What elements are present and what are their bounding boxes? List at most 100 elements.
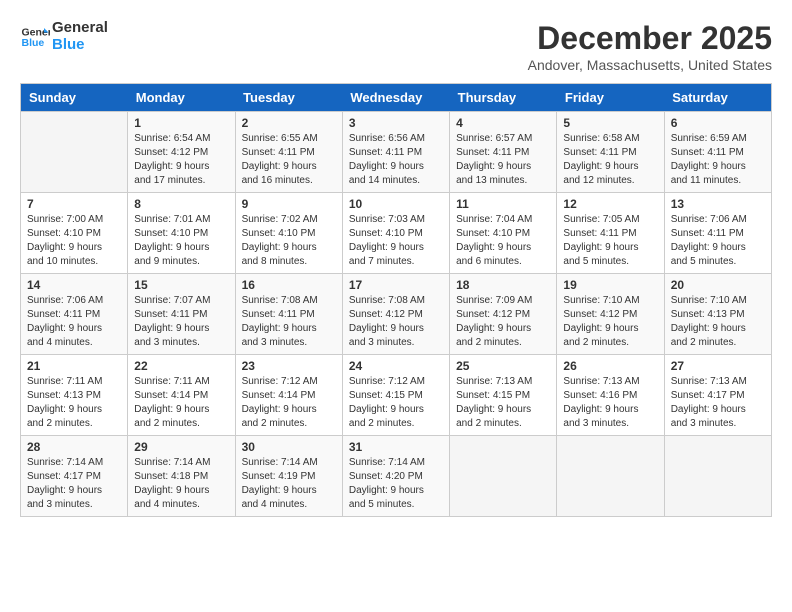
calendar-cell: 1 Sunrise: 6:54 AMSunset: 4:12 PMDaylight…: [128, 112, 235, 193]
calendar-cell: 23Sunrise: 7:12 AMSunset: 4:14 PMDayligh…: [235, 355, 342, 436]
weekday-header-thursday: Thursday: [450, 84, 557, 112]
month-title: December 2025: [528, 20, 772, 57]
day-number: 18: [456, 278, 550, 292]
day-number: 12: [563, 197, 657, 211]
calendar-cell: 30Sunrise: 7:14 AMSunset: 4:19 PMDayligh…: [235, 436, 342, 517]
day-number: 25: [456, 359, 550, 373]
calendar-cell: 5 Sunrise: 6:58 AMSunset: 4:11 PMDaylight…: [557, 112, 664, 193]
calendar-cell: [21, 112, 128, 193]
day-number: 19: [563, 278, 657, 292]
day-number: 17: [349, 278, 443, 292]
calendar-week-row: 21 Sunrise: 7:11 AMSunset: 4:13 PMDayligh…: [21, 355, 772, 436]
day-number: 9: [242, 197, 336, 211]
day-info: Sunrise: 6:59 AMSunset: 4:11 PMDaylight:…: [671, 132, 765, 188]
day-number: 28: [27, 440, 121, 454]
calendar-cell: 10 Sunrise: 7:03 AMSunset: 4:10 PMDayligh…: [342, 193, 449, 274]
day-number: 10: [349, 197, 443, 211]
calendar-cell: 18 Sunrise: 7:09 AMSunset: 4:12 PMDayligh…: [450, 274, 557, 355]
calendar-cell: 2 Sunrise: 6:55 AMSunset: 4:11 PMDaylight…: [235, 112, 342, 193]
calendar-cell: 22Sunrise: 7:11 AMSunset: 4:14 PMDayligh…: [128, 355, 235, 436]
day-info: Sunrise: 6:58 AMSunset: 4:11 PMDaylight:…: [563, 132, 657, 188]
day-info: Sunrise: 7:02 AMSunset: 4:10 PMDaylight:…: [242, 213, 336, 269]
calendar-cell: 25 Sunrise: 7:13 AMSunset: 4:15 PMDayligh…: [450, 355, 557, 436]
calendar-cell: 26 Sunrise: 7:13 AMSunset: 4:16 PMDayligh…: [557, 355, 664, 436]
day-number: 11: [456, 197, 550, 211]
calendar-cell: 14 Sunrise: 7:06 AMSunset: 4:11 PMDayligh…: [21, 274, 128, 355]
calendar-cell: 15Sunrise: 7:07 AMSunset: 4:11 PMDayligh…: [128, 274, 235, 355]
calendar-cell: 13 Sunrise: 7:06 AMSunset: 4:11 PMDayligh…: [664, 193, 771, 274]
day-info: Sunrise: 7:09 AMSunset: 4:12 PMDaylight:…: [456, 294, 550, 350]
calendar-week-row: 7Sunrise: 7:00 AMSunset: 4:10 PMDaylight…: [21, 193, 772, 274]
calendar-cell: 19 Sunrise: 7:10 AMSunset: 4:12 PMDayligh…: [557, 274, 664, 355]
weekday-header-friday: Friday: [557, 84, 664, 112]
day-number: 15: [134, 278, 228, 292]
day-info: Sunrise: 7:10 AMSunset: 4:12 PMDaylight:…: [563, 294, 657, 350]
day-info: Sunrise: 7:13 AMSunset: 4:16 PMDaylight:…: [563, 375, 657, 431]
day-number: 21: [27, 359, 121, 373]
day-info: Sunrise: 7:14 AMSunset: 4:17 PMDaylight:…: [27, 456, 121, 512]
weekday-header-sunday: Sunday: [21, 84, 128, 112]
day-number: 16: [242, 278, 336, 292]
calendar-cell: 11 Sunrise: 7:04 AMSunset: 4:10 PMDayligh…: [450, 193, 557, 274]
day-info: Sunrise: 7:12 AMSunset: 4:15 PMDaylight:…: [349, 375, 443, 431]
day-number: 8: [134, 197, 228, 211]
day-info: Sunrise: 7:14 AMSunset: 4:20 PMDaylight:…: [349, 456, 443, 512]
day-info: Sunrise: 7:13 AMSunset: 4:15 PMDaylight:…: [456, 375, 550, 431]
day-info: Sunrise: 7:06 AMSunset: 4:11 PMDaylight:…: [27, 294, 121, 350]
calendar-body: 1 Sunrise: 6:54 AMSunset: 4:12 PMDaylight…: [21, 112, 772, 517]
calendar-cell: 21 Sunrise: 7:11 AMSunset: 4:13 PMDayligh…: [21, 355, 128, 436]
calendar-cell: 17Sunrise: 7:08 AMSunset: 4:12 PMDayligh…: [342, 274, 449, 355]
day-info: Sunrise: 6:54 AMSunset: 4:12 PMDaylight:…: [134, 132, 228, 188]
calendar-header-row: SundayMondayTuesdayWednesdayThursdayFrid…: [21, 84, 772, 112]
calendar-cell: [664, 436, 771, 517]
location: Andover, Massachusetts, United States: [528, 57, 772, 73]
day-number: 24: [349, 359, 443, 373]
day-number: 31: [349, 440, 443, 454]
calendar-week-row: 1 Sunrise: 6:54 AMSunset: 4:12 PMDaylight…: [21, 112, 772, 193]
calendar-cell: 3Sunrise: 6:56 AMSunset: 4:11 PMDaylight…: [342, 112, 449, 193]
calendar-cell: 16 Sunrise: 7:08 AMSunset: 4:11 PMDayligh…: [235, 274, 342, 355]
day-number: 22: [134, 359, 228, 373]
calendar-cell: 27 Sunrise: 7:13 AMSunset: 4:17 PMDayligh…: [664, 355, 771, 436]
calendar-cell: 29Sunrise: 7:14 AMSunset: 4:18 PMDayligh…: [128, 436, 235, 517]
calendar-cell: 20 Sunrise: 7:10 AMSunset: 4:13 PMDayligh…: [664, 274, 771, 355]
title-area: December 2025 Andover, Massachusetts, Un…: [528, 20, 772, 73]
calendar-cell: 12Sunrise: 7:05 AMSunset: 4:11 PMDayligh…: [557, 193, 664, 274]
logo: General Blue General Blue: [20, 20, 108, 53]
calendar-cell: 31 Sunrise: 7:14 AMSunset: 4:20 PMDayligh…: [342, 436, 449, 517]
day-number: 5: [563, 116, 657, 130]
day-number: 3: [349, 116, 443, 130]
day-info: Sunrise: 7:03 AMSunset: 4:10 PMDaylight:…: [349, 213, 443, 269]
logo-line1: General: [52, 20, 108, 37]
day-number: 6: [671, 116, 765, 130]
calendar-cell: [450, 436, 557, 517]
day-info: Sunrise: 7:14 AMSunset: 4:19 PMDaylight:…: [242, 456, 336, 512]
day-number: 1: [134, 116, 228, 130]
weekday-header-saturday: Saturday: [664, 84, 771, 112]
logo-icon: General Blue: [20, 22, 50, 52]
calendar-cell: [557, 436, 664, 517]
calendar-table: SundayMondayTuesdayWednesdayThursdayFrid…: [20, 83, 772, 517]
day-info: Sunrise: 7:12 AMSunset: 4:14 PMDaylight:…: [242, 375, 336, 431]
calendar-week-row: 28 Sunrise: 7:14 AMSunset: 4:17 PMDayligh…: [21, 436, 772, 517]
weekday-header-monday: Monday: [128, 84, 235, 112]
day-number: 2: [242, 116, 336, 130]
day-number: 26: [563, 359, 657, 373]
day-info: Sunrise: 7:10 AMSunset: 4:13 PMDaylight:…: [671, 294, 765, 350]
day-number: 27: [671, 359, 765, 373]
day-info: Sunrise: 6:55 AMSunset: 4:11 PMDaylight:…: [242, 132, 336, 188]
day-number: 20: [671, 278, 765, 292]
day-info: Sunrise: 7:06 AMSunset: 4:11 PMDaylight:…: [671, 213, 765, 269]
day-info: Sunrise: 7:04 AMSunset: 4:10 PMDaylight:…: [456, 213, 550, 269]
day-info: Sunrise: 7:11 AMSunset: 4:13 PMDaylight:…: [27, 375, 121, 431]
day-info: Sunrise: 7:00 AMSunset: 4:10 PMDaylight:…: [27, 213, 121, 269]
day-info: Sunrise: 7:08 AMSunset: 4:11 PMDaylight:…: [242, 294, 336, 350]
page-header: General Blue General Blue December 2025 …: [20, 20, 772, 73]
day-number: 13: [671, 197, 765, 211]
day-info: Sunrise: 7:13 AMSunset: 4:17 PMDaylight:…: [671, 375, 765, 431]
day-number: 29: [134, 440, 228, 454]
calendar-cell: 24 Sunrise: 7:12 AMSunset: 4:15 PMDayligh…: [342, 355, 449, 436]
day-number: 14: [27, 278, 121, 292]
calendar-cell: 28 Sunrise: 7:14 AMSunset: 4:17 PMDayligh…: [21, 436, 128, 517]
day-number: 4: [456, 116, 550, 130]
